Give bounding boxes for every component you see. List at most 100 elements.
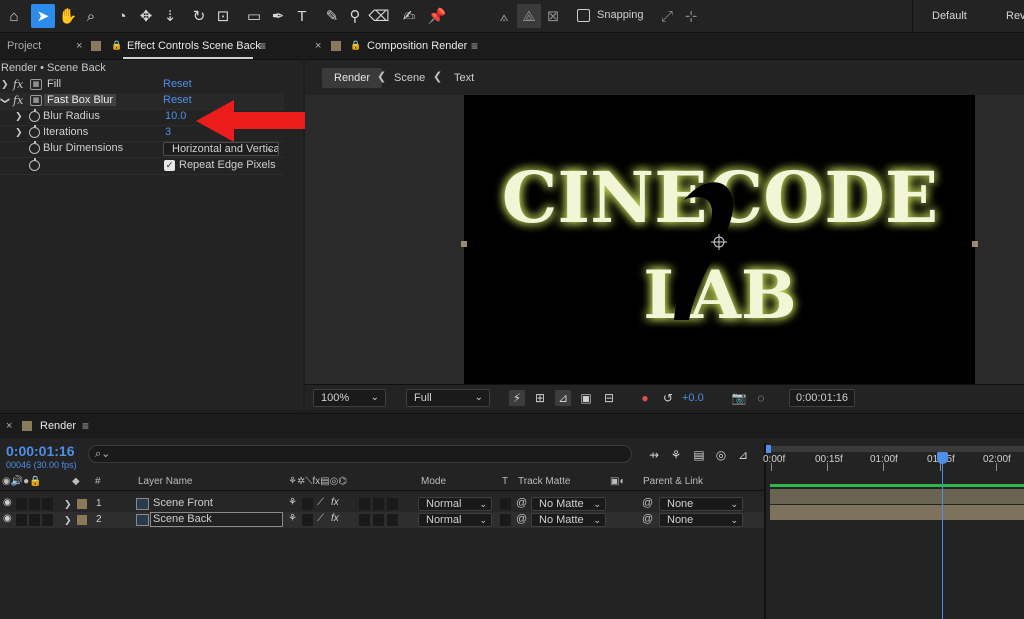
lock-toggle[interactable] <box>42 514 53 526</box>
region-of-interest-icon[interactable]: ▣ <box>578 390 594 406</box>
solo-toggle[interactable] <box>29 498 40 510</box>
motion-blur-switch[interactable] <box>373 514 384 526</box>
clone-stamp-tool-icon[interactable]: ⚲ <box>343 4 367 28</box>
current-time-display[interactable]: 0:00:01:16 <box>6 443 75 459</box>
orbit-camera-tool-icon[interactable]: ◔ <box>110 4 134 28</box>
shy-layers-icon[interactable]: ⚘ <box>668 447 684 463</box>
mode-dropdown[interactable]: Normal ⌄ <box>418 497 492 511</box>
column-layer-name[interactable]: Layer Name <box>138 476 192 487</box>
crumb-text[interactable]: Text <box>454 68 474 88</box>
close-tab-icon[interactable]: × <box>315 40 321 52</box>
layer-duration-bar[interactable] <box>770 505 1024 520</box>
crumb-render[interactable]: Render <box>322 68 383 88</box>
table-row[interactable]: ◉ ❯ 2 Scene Back ⚘ ⟋ fx Normal ⌄ @ No Ma… <box>0 512 764 528</box>
stopwatch-icon[interactable] <box>29 109 40 122</box>
crumb-scene[interactable]: Scene <box>394 68 425 88</box>
brush-tool-icon[interactable]: ✎ <box>320 4 344 28</box>
quality-switch-icon[interactable]: ⟋ <box>317 513 324 524</box>
reset-link[interactable]: Reset <box>163 78 192 90</box>
blur-radius-value[interactable]: 10.0 <box>165 110 186 122</box>
panel-menu-icon[interactable]: ≡ <box>82 419 89 433</box>
tab-project[interactable]: Project <box>7 40 41 52</box>
hand-tool-icon[interactable]: ✋ <box>56 4 80 28</box>
layer-duration-bar[interactable] <box>770 489 1024 504</box>
fx-switch-icon[interactable]: fx <box>331 497 339 508</box>
parent-pickwhip-icon[interactable]: @ <box>642 513 653 525</box>
show-snapshot-icon[interactable]: ◌ <box>753 390 769 406</box>
iterations-value[interactable]: 3 <box>165 126 171 138</box>
audio-toggle[interactable] <box>16 514 27 526</box>
frame-blend-switch[interactable] <box>359 514 370 526</box>
tab-render-timeline[interactable]: Render <box>40 420 76 432</box>
3d-switch[interactable] <box>387 514 398 526</box>
label-color-swatch[interactable] <box>77 499 87 509</box>
workspace-review[interactable]: Rev <box>1006 10 1024 22</box>
graph-editor-icon[interactable]: ⊿ <box>735 447 751 463</box>
world-axis-icon[interactable]: ⟁ <box>517 4 541 28</box>
home-icon[interactable]: ⌂ <box>2 4 26 28</box>
local-axis-icon[interactable]: ⟑ <box>492 4 516 28</box>
viewer-timecode[interactable]: 0:00:01:16 <box>789 389 855 407</box>
parent-dropdown[interactable]: None ⌄ <box>659 497 743 511</box>
track-matte-dropdown[interactable]: No Matte ⌄ <box>531 497 606 511</box>
fast-previews-icon[interactable]: ⚡ <box>509 390 525 406</box>
layer-name-edit-field[interactable]: Scene Back <box>150 512 283 527</box>
composition-canvas[interactable]: CINECODE LAB <box>464 95 975 384</box>
pan-camera-tool-icon[interactable]: ✥ <box>134 4 158 28</box>
type-tool-icon[interactable]: T <box>290 4 314 28</box>
current-time-indicator-head[interactable] <box>937 452 948 464</box>
mask-visibility-icon[interactable]: ⊿ <box>555 390 571 406</box>
expand-chevron-icon[interactable]: ❯ <box>15 127 23 138</box>
lock-icon[interactable]: 🔒 <box>350 40 361 51</box>
channels-icon[interactable]: ● <box>637 390 653 406</box>
tab-composition[interactable]: Composition Render <box>367 40 467 52</box>
expand-chevron-icon[interactable]: ❯ <box>15 111 23 122</box>
collapse-switch[interactable] <box>302 498 313 510</box>
stopwatch-icon[interactable] <box>29 141 40 154</box>
dolly-camera-tool-icon[interactable]: ⇣ <box>158 4 182 28</box>
eraser-tool-icon[interactable]: ⌫ <box>367 4 391 28</box>
close-tab-icon[interactable]: × <box>6 420 12 432</box>
lock-icon[interactable]: 🔒 <box>111 40 122 51</box>
motion-blur-switch[interactable] <box>373 498 384 510</box>
bounding-handle-left[interactable] <box>461 241 467 247</box>
motion-blur-icon[interactable]: ◎ <box>713 447 729 463</box>
pen-tool-icon[interactable]: ✒ <box>266 4 290 28</box>
panel-menu-icon[interactable]: ≡ <box>259 39 266 53</box>
comp-marker-icon[interactable]: ⇸ <box>646 447 662 463</box>
expand-chevron-icon[interactable]: ❯ <box>1 79 9 90</box>
lock-toggle[interactable] <box>42 498 53 510</box>
matte-pickwhip-icon[interactable]: @ <box>516 513 527 525</box>
fx-switch-icon[interactable]: fx <box>331 513 339 524</box>
panel-menu-icon[interactable]: ≡ <box>471 39 478 53</box>
reset-exposure-icon[interactable]: ↺ <box>660 390 676 406</box>
effect-row-fast-box-blur[interactable]: ❯ fx ▦ Fast Box Blur Reset <box>0 93 284 109</box>
repeat-edge-checkbox[interactable]: ✓ <box>164 160 175 171</box>
current-time-indicator[interactable] <box>942 452 943 619</box>
snap-grid-icon[interactable]: ⊹ <box>679 4 703 28</box>
time-navigator-bar[interactable] <box>766 446 1024 452</box>
stopwatch-icon[interactable] <box>29 125 40 138</box>
expand-chevron-icon[interactable]: ❯ <box>64 515 72 526</box>
layer-name[interactable]: Scene Front <box>153 497 213 509</box>
collapse-switch[interactable] <box>302 514 313 526</box>
preserve-transparency-toggle[interactable] <box>500 498 511 510</box>
eye-icon[interactable]: ◉ <box>3 497 12 508</box>
table-row[interactable]: ◉ ❯ 1 Scene Front ⚘ ⟋ fx Normal ⌄ @ No M… <box>0 496 764 512</box>
resolution-dropdown[interactable]: Full ⌄ <box>406 389 490 407</box>
shy-switch-icon[interactable]: ⚘ <box>288 497 297 508</box>
3d-switch[interactable] <box>387 498 398 510</box>
roto-brush-tool-icon[interactable]: ✍ <box>397 4 421 28</box>
mode-dropdown[interactable]: Normal ⌄ <box>418 513 492 527</box>
eye-icon[interactable]: ◉ <box>3 513 12 524</box>
bounding-handle-right[interactable] <box>972 241 978 247</box>
work-area-bar[interactable] <box>770 484 1024 487</box>
rotate-tool-icon[interactable]: ↻ <box>187 4 211 28</box>
expand-chevron-icon[interactable]: ❯ <box>64 499 72 510</box>
solo-toggle[interactable] <box>29 514 40 526</box>
time-navigator-start-handle[interactable] <box>766 445 771 453</box>
frame-blend-switch[interactable] <box>359 498 370 510</box>
composition-viewer[interactable]: CINECODE LAB <box>305 95 1024 384</box>
parent-dropdown[interactable]: None ⌄ <box>659 513 743 527</box>
anchor-point-tool-icon[interactable]: ⊡ <box>211 4 235 28</box>
